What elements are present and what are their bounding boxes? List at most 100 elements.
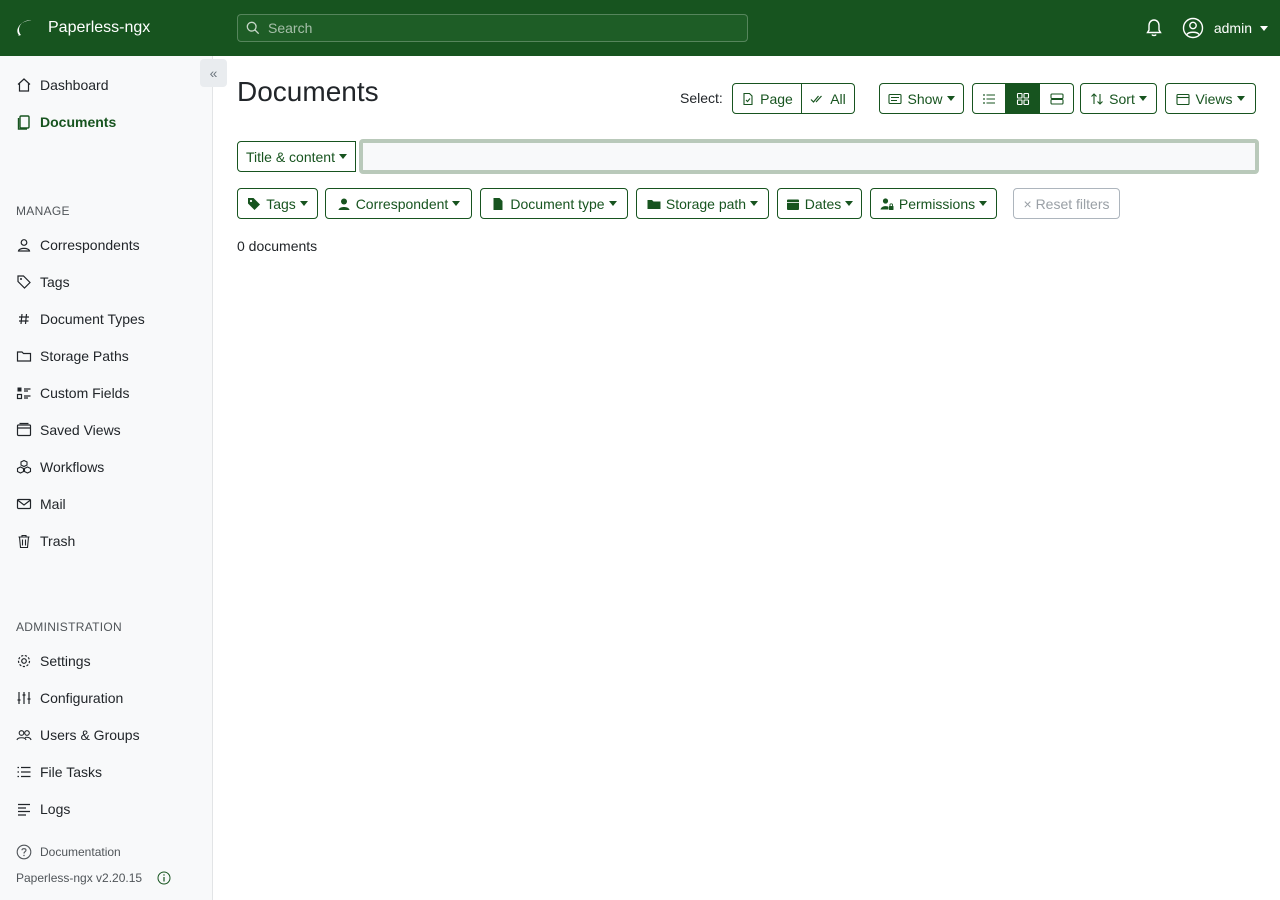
sidebar-item-document-types[interactable]: Document Types <box>16 307 145 331</box>
select-all-button[interactable]: All <box>802 83 855 114</box>
sidebar-item-label: Saved Views <box>40 422 121 438</box>
sidebar-item-label: Settings <box>40 653 91 669</box>
sidebar-item-correspondents[interactable]: Correspondents <box>16 233 140 257</box>
top-navbar: Paperless-ngx admin <box>0 0 1280 56</box>
boxes-icon <box>16 459 32 475</box>
grid-icon <box>1016 92 1030 106</box>
window-stack-icon <box>1176 92 1191 106</box>
sidebar-item-label: Correspondents <box>40 237 140 253</box>
app-name: Paperless-ngx <box>48 19 151 36</box>
person-lock-icon <box>880 197 894 211</box>
views-label: Views <box>1195 90 1233 107</box>
administration-section-label: ADMINISTRATION <box>16 620 122 634</box>
sidebar-item-label: Trash <box>40 533 76 549</box>
chevron-down-icon <box>608 201 617 206</box>
sidebar-item-label: Logs <box>40 801 71 817</box>
sidebar-item-settings[interactable]: Settings <box>16 649 91 673</box>
version-label: Paperless-ngx v2.20.15 <box>16 871 143 885</box>
sort-arrows-icon <box>1090 92 1104 106</box>
tags-filter-label: Tags <box>266 195 296 212</box>
chevron-down-icon <box>750 201 759 206</box>
chevron-down-icon <box>979 201 988 206</box>
show-dropdown-button[interactable]: Show <box>879 83 964 114</box>
sidebar-item-documents[interactable]: Documents <box>16 110 116 134</box>
display-mode-small-cards-button[interactable] <box>1006 83 1040 114</box>
dates-filter-button[interactable]: Dates <box>777 188 862 219</box>
calendar-fill-icon <box>786 197 800 211</box>
correspondent-filter-button[interactable]: Correspondent <box>325 188 472 219</box>
sort-dropdown-button[interactable]: Sort <box>1080 83 1157 114</box>
person-fill-icon <box>337 197 351 211</box>
sidebar-item-storage-paths[interactable]: Storage Paths <box>16 344 129 368</box>
documentation-link[interactable]: Documentation <box>16 844 121 860</box>
permissions-filter-button[interactable]: Permissions <box>870 188 997 219</box>
sidebar-item-label: Custom Fields <box>40 385 130 401</box>
sidebar-item-tags[interactable]: Tags <box>16 270 70 294</box>
views-dropdown-button[interactable]: Views <box>1165 83 1256 114</box>
document-count: 0 documents <box>237 238 318 254</box>
tags-filter-button[interactable]: Tags <box>237 188 318 219</box>
sidebar-item-mail[interactable]: Mail <box>16 492 66 516</box>
trash-icon <box>16 533 32 549</box>
folder-fill-icon <box>647 197 661 211</box>
chevron-down-icon <box>946 96 955 101</box>
sidebar-item-custom-fields[interactable]: Custom Fields <box>16 381 129 405</box>
file-check-icon <box>741 92 755 106</box>
sidebar-item-label: File Tasks <box>40 764 102 780</box>
window-stack-icon <box>16 422 32 438</box>
user-circle-icon <box>1182 17 1204 39</box>
sidebar-item-workflows[interactable]: Workflows <box>16 455 104 479</box>
search-field-dropdown[interactable]: Title & content <box>237 141 356 172</box>
sidebar-item-label: Document Types <box>40 311 145 327</box>
sidebar-item-label: Mail <box>40 496 66 512</box>
display-mode-large-cards-button[interactable] <box>1040 83 1074 114</box>
show-label: Show <box>907 90 943 107</box>
brand-link[interactable]: Paperless-ngx <box>0 0 212 56</box>
chevron-down-icon <box>338 154 347 159</box>
sidebar-item-configuration[interactable]: Configuration <box>16 686 123 710</box>
sidebar-item-saved-views[interactable]: Saved Views <box>16 418 121 442</box>
document-type-filter-button[interactable]: Document type <box>480 188 628 219</box>
chevron-down-icon <box>845 201 854 206</box>
storage-path-filter-button[interactable]: Storage path <box>636 188 769 219</box>
sidebar-item-dashboard[interactable]: Dashboard <box>16 73 109 97</box>
collapse-sidebar-button[interactable]: « <box>200 59 227 87</box>
sidebar-item-label: Users & Groups <box>40 727 140 743</box>
user-menu[interactable]: admin <box>1182 17 1268 39</box>
documents-icon <box>16 114 32 130</box>
display-mode-group <box>972 83 1074 114</box>
storage-path-filter-label: Storage path <box>665 195 747 212</box>
sidebar-item-label: Configuration <box>40 690 124 706</box>
select-page-button[interactable]: Page <box>732 83 802 114</box>
reset-filters-button[interactable]: × Reset filters <box>1013 188 1120 219</box>
select-all-label: All <box>830 90 846 107</box>
global-search[interactable] <box>237 14 748 42</box>
gear-icon <box>16 653 32 669</box>
title-content-filter-input[interactable] <box>359 139 1259 174</box>
sidebar-item-trash[interactable]: Trash <box>16 529 75 553</box>
people-icon <box>16 727 32 743</box>
notifications-bell-icon[interactable] <box>1144 18 1164 38</box>
info-circle-icon[interactable] <box>157 871 171 885</box>
tag-icon <box>247 197 261 211</box>
list-task-icon <box>16 764 32 780</box>
sidebar-item-file-tasks[interactable]: File Tasks <box>16 760 102 784</box>
search-input[interactable] <box>268 20 747 36</box>
display-mode-details-button[interactable] <box>972 83 1006 114</box>
hdd-stack-icon <box>1049 92 1064 106</box>
chevron-down-icon <box>1260 25 1268 31</box>
dates-filter-label: Dates <box>804 195 842 212</box>
sidebar-item-users-groups[interactable]: Users & Groups <box>16 723 140 747</box>
card-text-icon <box>888 92 903 106</box>
sidebar-item-label: Tags <box>40 274 70 290</box>
reset-filters-label: × Reset filters <box>1023 195 1110 212</box>
correspondent-filter-label: Correspondent <box>355 195 449 212</box>
folder-icon <box>16 348 32 364</box>
permissions-filter-label: Permissions <box>898 195 976 212</box>
sidebar-item-label: Documents <box>40 114 117 130</box>
chevron-down-icon <box>452 201 461 206</box>
sidebar-item-logs[interactable]: Logs <box>16 797 70 821</box>
ui-checks-icon <box>16 385 32 401</box>
documentation-label: Documentation <box>40 845 121 859</box>
text-left-icon <box>16 801 32 817</box>
